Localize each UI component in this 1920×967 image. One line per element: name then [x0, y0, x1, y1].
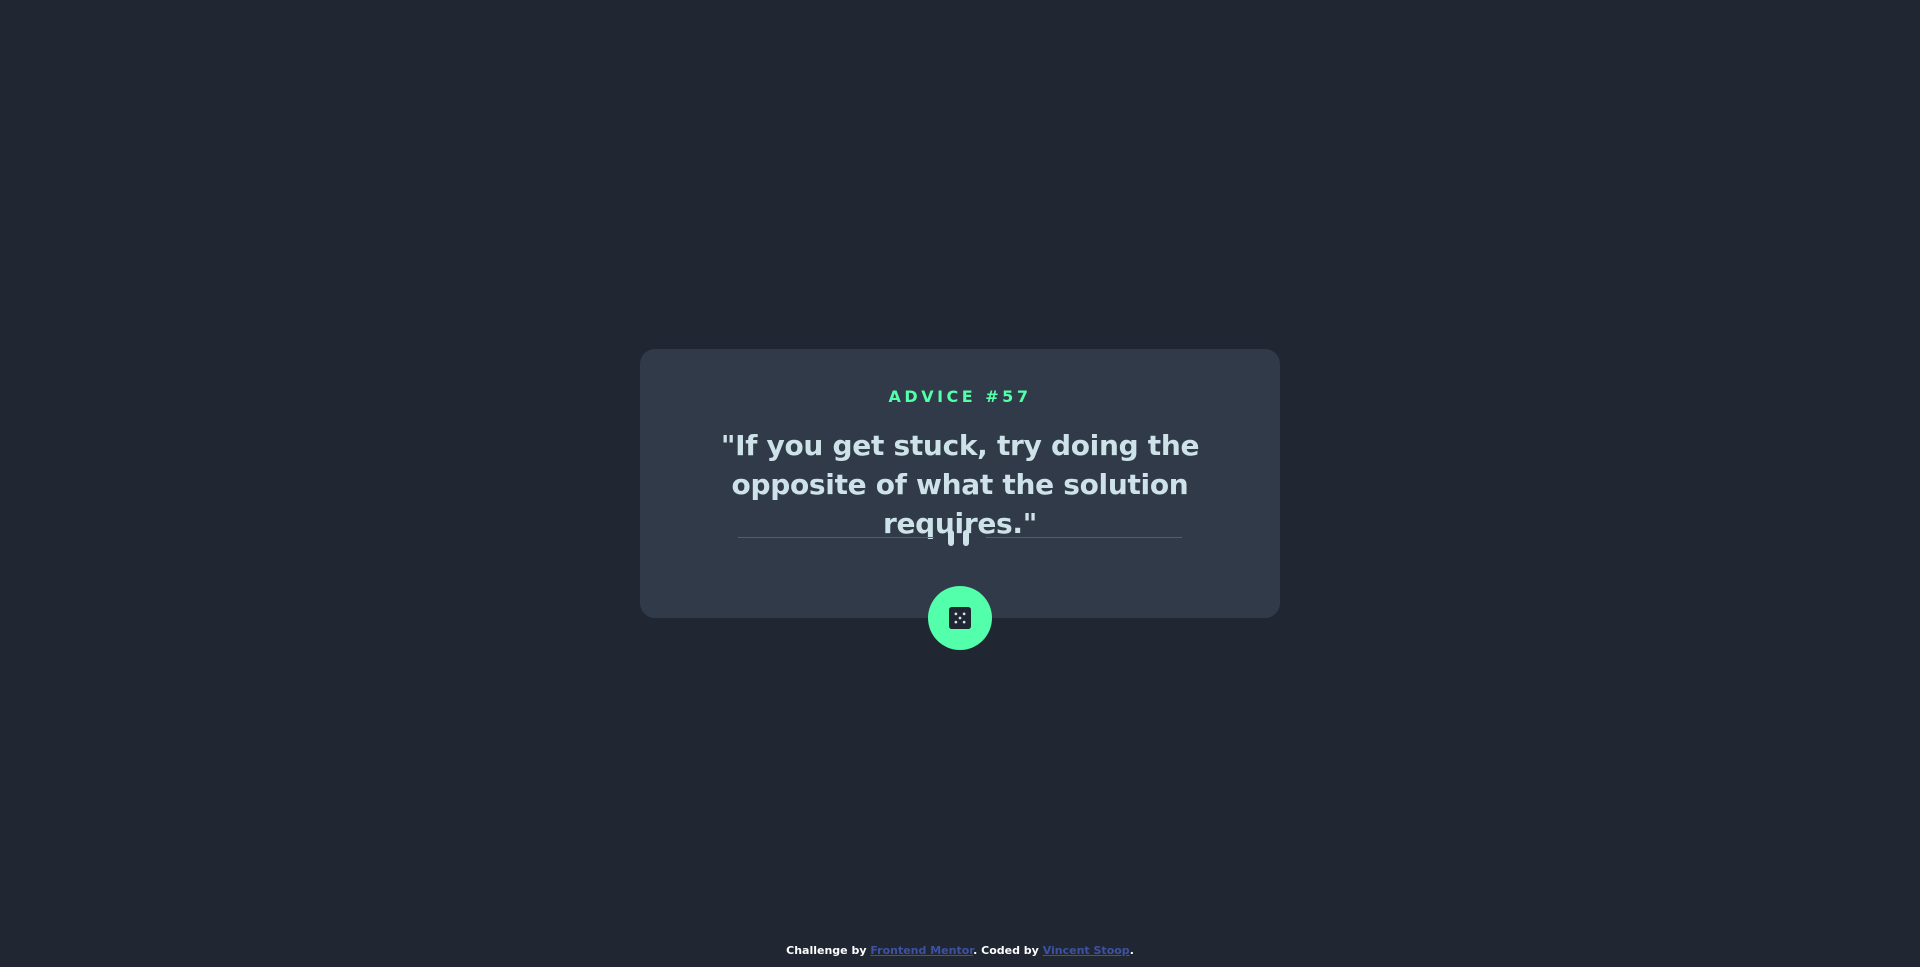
generate-advice-button[interactable]: [928, 586, 992, 650]
footer-prefix: Challenge by: [786, 944, 871, 957]
frontend-mentor-link[interactable]: Frontend Mentor: [870, 944, 973, 957]
page: ADVICE #57 "If you get stuck, try doing …: [0, 0, 1920, 967]
dice-icon: [949, 607, 971, 629]
pattern-divider: [738, 529, 1182, 547]
divider-line-right: [986, 537, 1182, 538]
advice-quote: "If you get stuck, try doing the opposit…: [720, 429, 1200, 540]
pause-icon: [948, 530, 972, 546]
divider-line-left: [738, 537, 934, 538]
advice-card: ADVICE #57 "If you get stuck, try doing …: [640, 349, 1280, 618]
footer-middle: . Coded by: [973, 944, 1043, 957]
author-link[interactable]: Vincent Stoop: [1043, 944, 1130, 957]
footer-suffix: .: [1129, 944, 1134, 957]
attribution-footer: Challenge by Frontend Mentor. Coded by V…: [0, 944, 1920, 957]
advice-title: ADVICE #57: [888, 387, 1032, 406]
